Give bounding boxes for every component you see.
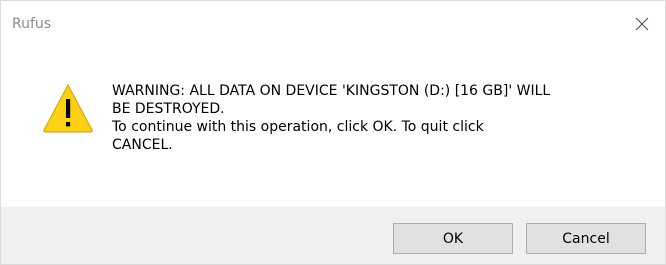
close-icon [635,17,649,31]
ok-button[interactable]: OK [393,223,513,254]
message-line: BE DESTROYED. [112,101,225,117]
button-bar: OK Cancel [1,207,665,264]
message-dialog: Rufus WARNING: ALL DATA ON DEVICE 'KINGS… [0,0,666,265]
message-line: CANCEL. [112,137,173,153]
close-button[interactable] [619,1,665,47]
cancel-button[interactable]: Cancel [526,223,646,254]
message-line: To continue with this operation, click O… [112,119,484,135]
warning-icon [43,83,93,133]
message-line: WARNING: ALL DATA ON DEVICE 'KINGSTON (D… [112,83,551,99]
dialog-content: WARNING: ALL DATA ON DEVICE 'KINGSTON (D… [1,47,665,207]
window-title: Rufus [12,16,52,32]
title-bar[interactable]: Rufus [1,1,665,47]
warning-message: WARNING: ALL DATA ON DEVICE 'KINGSTON (D… [112,82,642,154]
